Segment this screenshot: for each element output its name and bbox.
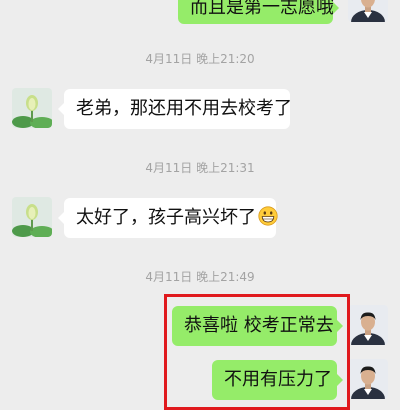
- grinning-face-icon: [258, 206, 278, 226]
- man-portrait-icon: [348, 0, 388, 22]
- message-bubble-incoming[interactable]: 太好了，孩子高兴坏了: [58, 198, 278, 238]
- message-bubble-outgoing[interactable]: 而且是第一志愿哦: [178, 0, 339, 24]
- message-timestamp: 4月11日 晚上21:20: [145, 52, 255, 66]
- red-highlight-box: [164, 294, 350, 410]
- user-avatar[interactable]: [348, 305, 388, 345]
- user-avatar[interactable]: [348, 359, 388, 399]
- message-timestamp: 4月11日 晚上21:49: [145, 270, 255, 284]
- message-text: 而且是第一志愿哦: [190, 0, 334, 18]
- message-bubble-incoming[interactable]: 老弟，那还用不用去校考了: [58, 89, 292, 129]
- lotus-icon: [12, 197, 52, 237]
- message-text: 老弟，那还用不用去校考了: [76, 98, 292, 119]
- man-portrait-icon: [348, 359, 388, 399]
- contact-avatar[interactable]: [12, 197, 52, 237]
- user-avatar[interactable]: [348, 0, 388, 22]
- man-portrait-icon: [348, 305, 388, 345]
- contact-avatar[interactable]: [12, 88, 52, 128]
- lotus-icon: [12, 88, 52, 128]
- message-timestamp: 4月11日 晚上21:31: [145, 161, 255, 175]
- message-text: 太好了，孩子高兴坏了: [76, 207, 256, 228]
